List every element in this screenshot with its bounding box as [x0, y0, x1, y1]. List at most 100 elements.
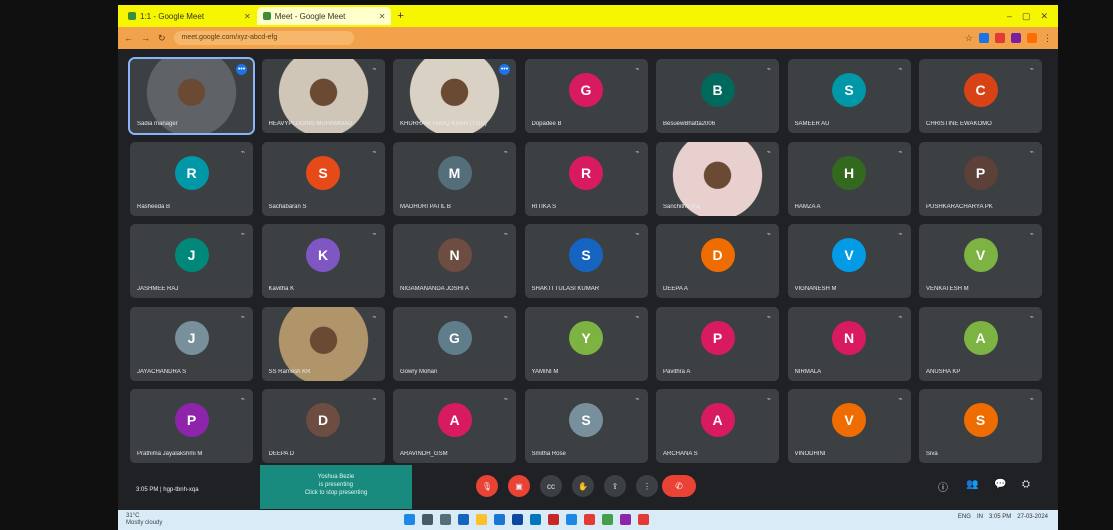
participant-avatar: J	[174, 320, 209, 355]
mic-muted-icon: ⌁	[1029, 231, 1034, 238]
participant-tile[interactable]: ⌁ SS Ramesh KR	[261, 306, 385, 381]
participant-tile[interactable]: V ⌁ VIGNANESH M	[787, 224, 911, 298]
presenting-status: is presenting	[318, 482, 354, 488]
mic-off-button[interactable]: 🎙	[476, 475, 498, 497]
participant-tile[interactable]: S ⌁ Sachabaran S	[261, 141, 385, 216]
participant-tile[interactable]: N ⌁ NIRMALA	[787, 306, 911, 381]
forward-icon[interactable]: →	[141, 33, 150, 43]
browser-menu-icon[interactable]: ⋮	[1043, 33, 1052, 44]
participant-tile[interactable]: S ⌁ SAMEER AU	[787, 59, 911, 133]
clock-date[interactable]: 27-03-2024	[1017, 514, 1048, 520]
meet-favicon-icon	[262, 12, 271, 20]
participant-name: Dopadee B	[531, 121, 562, 127]
app-icon[interactable]	[638, 514, 649, 525]
reload-icon[interactable]: ↻	[158, 33, 166, 44]
participant-tile[interactable]: M ⌁ MADHURI PATIL B	[393, 141, 516, 216]
participant-name: PUSHKARACHARYA PK	[926, 203, 993, 210]
chat-icon[interactable]: 💬	[994, 479, 1006, 490]
participant-tile[interactable]: P ⌁ PUSHKARACHARYA PK	[919, 141, 1042, 216]
participant-tile[interactable]: V ⌁ VINODHINI	[787, 389, 911, 463]
app-icon[interactable]	[620, 514, 631, 525]
outlook-icon[interactable]	[530, 514, 541, 525]
powerpoint-icon[interactable]	[548, 514, 559, 525]
participant-tile[interactable]: H ⌁ HAMZA A	[787, 141, 911, 216]
participant-tile[interactable]: G ⌁ Gowry Mohan	[393, 306, 516, 381]
maximize-button[interactable]: ▢	[1022, 11, 1031, 22]
participant-tile[interactable]: V ⌁ VENKATESH M	[919, 224, 1042, 298]
language-indicator[interactable]: ENG	[958, 514, 971, 520]
new-tab-button[interactable]: +	[391, 10, 409, 22]
more-vert-icon: ⋮	[643, 481, 651, 491]
extension-icon[interactable]	[995, 33, 1005, 43]
participant-tile[interactable]: K ⌁ Kavitha K	[261, 224, 385, 298]
camera-off-button[interactable]: ▣	[508, 475, 530, 497]
url-field[interactable]: meet.google.com/xyz-abcd-efg	[173, 31, 354, 45]
participant-tile[interactable]: ••• Sadia manager	[128, 57, 255, 135]
participant-tile[interactable]: Y ⌁ YAMINI M	[524, 306, 648, 381]
close-tab-icon[interactable]: ✕	[379, 12, 386, 21]
clock-time[interactable]: 3:05 PM	[989, 514, 1011, 520]
participant-tile[interactable]: A ⌁ ANUSHA KP	[919, 306, 1042, 381]
participant-tile[interactable]: A ⌁ ARAVINDH_GSM	[393, 389, 516, 463]
participant-tile[interactable]: G ⌁ Dopadee B	[524, 59, 648, 133]
file-explorer-icon[interactable]	[476, 514, 487, 525]
participant-tile[interactable]: S ⌁ Siva	[919, 389, 1042, 463]
minimize-button[interactable]: –	[1007, 11, 1012, 22]
participant-tile[interactable]: A ⌁ ARCHANA S	[656, 389, 779, 463]
region-indicator[interactable]: IN	[977, 514, 983, 520]
participant-tile[interactable]: ⌁ Sanchitha Raj	[656, 141, 779, 216]
end-call-button[interactable]: ✆	[662, 475, 696, 497]
participant-avatar: N	[437, 238, 472, 272]
activities-icon[interactable]: ⛭	[1022, 479, 1030, 490]
close-window-button[interactable]: ✕	[1040, 11, 1048, 22]
participant-tile[interactable]: S ⌁ SHAKTI TULASI KUMAR	[524, 224, 648, 298]
participant-tile[interactable]: P ⌁ Prathima Jayalakshmi M	[130, 389, 253, 463]
participant-tile[interactable]: D ⌁ DEEPA D	[261, 389, 385, 463]
participant-tile[interactable]: N ⌁ NIGAMANANDA JOSHI A	[393, 224, 516, 298]
task-view-icon[interactable]	[440, 514, 451, 525]
extension-icon[interactable]	[979, 33, 989, 43]
extension-icon[interactable]	[1011, 33, 1021, 43]
mic-muted-icon: ⌁	[635, 66, 640, 73]
star-icon[interactable]: ☆	[965, 33, 973, 44]
participant-tile[interactable]: R ⌁ Rasheeda B	[130, 141, 253, 216]
close-tab-icon[interactable]: ✕	[244, 12, 251, 21]
raise-hand-button[interactable]: ✋	[572, 475, 594, 497]
more-options-button[interactable]: ⋮	[636, 475, 658, 497]
participant-tile[interactable]: J ⌁ JASHMEE RAJ	[130, 224, 253, 298]
presenting-banner[interactable]: Yoshua Bezie is presenting Click to stop…	[260, 465, 412, 509]
browser-tab[interactable]: 1:1 - Google Meet ✕	[122, 7, 257, 25]
browser-tab-active[interactable]: Meet - Google Meet ✕	[256, 7, 392, 25]
present-button[interactable]: ⇪	[604, 475, 626, 497]
app-icon[interactable]	[566, 514, 577, 525]
participant-avatar: H	[832, 155, 866, 190]
meeting-info-icon[interactable]: ⓘ	[938, 479, 948, 494]
camera-off-icon: ▣	[515, 481, 523, 491]
captions-button[interactable]: cc	[540, 475, 562, 497]
participant-tile[interactable]: J ⌁ JAYACHANDRA S	[130, 306, 253, 381]
store-icon[interactable]	[494, 514, 505, 525]
participant-tile[interactable]: S ⌁ Smitha Rose	[524, 389, 648, 463]
participant-tile[interactable]: R ⌁ RITIKA S	[524, 141, 648, 216]
people-icon[interactable]: 👥	[966, 479, 978, 490]
edge-icon[interactable]	[458, 514, 469, 525]
search-icon[interactable]	[422, 514, 433, 525]
participant-tile[interactable]: P ⌁ Pavithra A	[656, 306, 779, 381]
word-icon[interactable]	[512, 514, 523, 525]
weather-widget[interactable]: 31°C Mostly cloudy	[126, 513, 162, 527]
participant-tile[interactable]: ••• KHURRAM TARIQ KHAN (YOU)	[393, 59, 516, 133]
chrome-icon[interactable]	[584, 514, 595, 525]
profile-avatar[interactable]	[1027, 33, 1037, 43]
system-tray: ENG IN 3:05 PM 27-03-2024	[958, 514, 1048, 520]
participant-tile[interactable]: ⌁ HEAVYPLUGINS MUHAMMAD	[261, 59, 385, 133]
start-icon[interactable]	[404, 514, 415, 525]
participant-avatar: G	[437, 320, 472, 355]
participant-tile[interactable]: B ⌁ BesuewBhatta2006	[656, 59, 779, 133]
stop-presenting-link[interactable]: Click to stop presenting	[260, 489, 412, 497]
participant-tile[interactable]: C ⌁ CHRISTINE EWAKOMO	[919, 59, 1042, 133]
app-icon[interactable]	[602, 514, 613, 525]
participant-tile[interactable]: D ⌁ DEEPA A	[656, 224, 779, 298]
participant-avatar: D	[700, 238, 735, 272]
mic-muted-icon: ⌁	[635, 313, 640, 321]
back-icon[interactable]: ←	[124, 33, 133, 43]
